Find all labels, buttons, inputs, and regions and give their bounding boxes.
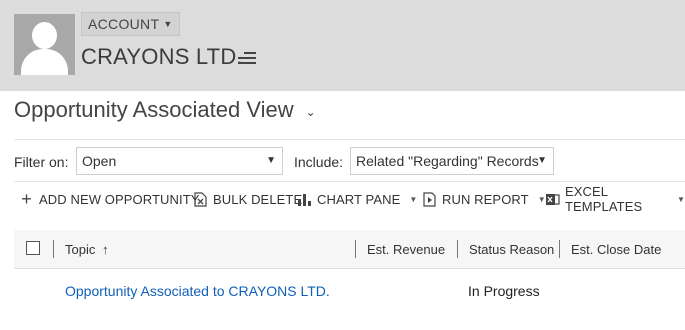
- filter-on-select[interactable]: Open ▼: [76, 147, 283, 175]
- command-label: EXCEL TEMPLATES: [565, 184, 643, 214]
- sort-ascending-icon: ↑: [101, 242, 109, 257]
- column-separator[interactable]: [355, 240, 356, 258]
- column-header-est-revenue[interactable]: Est. Revenue: [367, 242, 445, 257]
- command-label: BULK DELETE: [213, 191, 303, 207]
- bulk-delete-icon: [193, 191, 208, 207]
- add-new-opportunity-button[interactable]: + ADD NEW OPPORTUNITY: [19, 189, 200, 209]
- record-menu-icon[interactable]: [238, 52, 256, 66]
- column-separator[interactable]: [457, 240, 458, 258]
- run-report-button[interactable]: RUN REPORT ▼: [422, 189, 546, 209]
- divider: [14, 181, 685, 182]
- plus-icon: +: [21, 188, 32, 209]
- divider: [14, 139, 685, 140]
- grid-header: Topic ↑ Est. Revenue Status Reason Est. …: [14, 230, 685, 269]
- avatar-person-icon: [32, 22, 57, 49]
- column-header-est-close-date[interactable]: Est. Close Date: [571, 242, 661, 257]
- caret-down-icon: ▼: [409, 194, 418, 204]
- caret-down-icon: ▼: [537, 155, 547, 166]
- avatar-person-body: [21, 49, 68, 75]
- caret-down-icon: ▼: [676, 194, 685, 204]
- column-header-topic[interactable]: Topic ↑: [65, 242, 108, 257]
- filter-on-label: Filter on:: [14, 154, 69, 170]
- column-header-status-reason[interactable]: Status Reason: [469, 242, 554, 257]
- include-value: Related "Regarding" Records: [356, 153, 539, 169]
- bulk-delete-button[interactable]: BULK DELETE: [193, 189, 302, 209]
- column-header-label: Topic: [65, 242, 96, 257]
- command-label: RUN REPORT: [442, 191, 529, 207]
- select-all-checkbox[interactable]: [26, 241, 40, 255]
- column-separator[interactable]: [559, 240, 560, 258]
- caret-down-icon: ▼: [266, 155, 276, 166]
- excel-icon: [545, 192, 560, 207]
- chevron-down-icon: ⌄: [305, 105, 316, 119]
- entity-type-label: ACCOUNT: [88, 16, 160, 32]
- record-header: ACCOUNT ▼ CRAYONS LTD.: [0, 0, 685, 91]
- record-name: CRAYONS LTD.: [81, 44, 243, 69]
- excel-templates-button[interactable]: EXCEL TEMPLATES ▼: [545, 184, 685, 214]
- chart-icon: [297, 192, 312, 207]
- caret-down-icon: ▼: [163, 19, 173, 29]
- chart-pane-button[interactable]: CHART PANE ▼: [297, 189, 417, 209]
- topic-link[interactable]: Opportunity Associated to CRAYONS LTD.: [65, 283, 330, 299]
- include-select[interactable]: Related "Regarding" Records ▼: [350, 147, 554, 175]
- command-label: ADD NEW OPPORTUNITY: [39, 191, 200, 207]
- view-title: Opportunity Associated View: [14, 97, 294, 122]
- entity-type-dropdown[interactable]: ACCOUNT ▼: [81, 12, 180, 36]
- include-label: Include:: [294, 154, 344, 170]
- command-label: CHART PANE: [317, 191, 401, 207]
- account-avatar[interactable]: [14, 14, 75, 75]
- report-icon: [422, 191, 437, 207]
- view-selector[interactable]: Opportunity Associated View ⌄: [14, 97, 316, 123]
- table-row[interactable]: Opportunity Associated to CRAYONS LTD. I…: [14, 270, 685, 314]
- filter-on-value: Open: [82, 153, 117, 169]
- status-reason-cell: In Progress: [468, 283, 540, 299]
- column-separator: [53, 240, 54, 258]
